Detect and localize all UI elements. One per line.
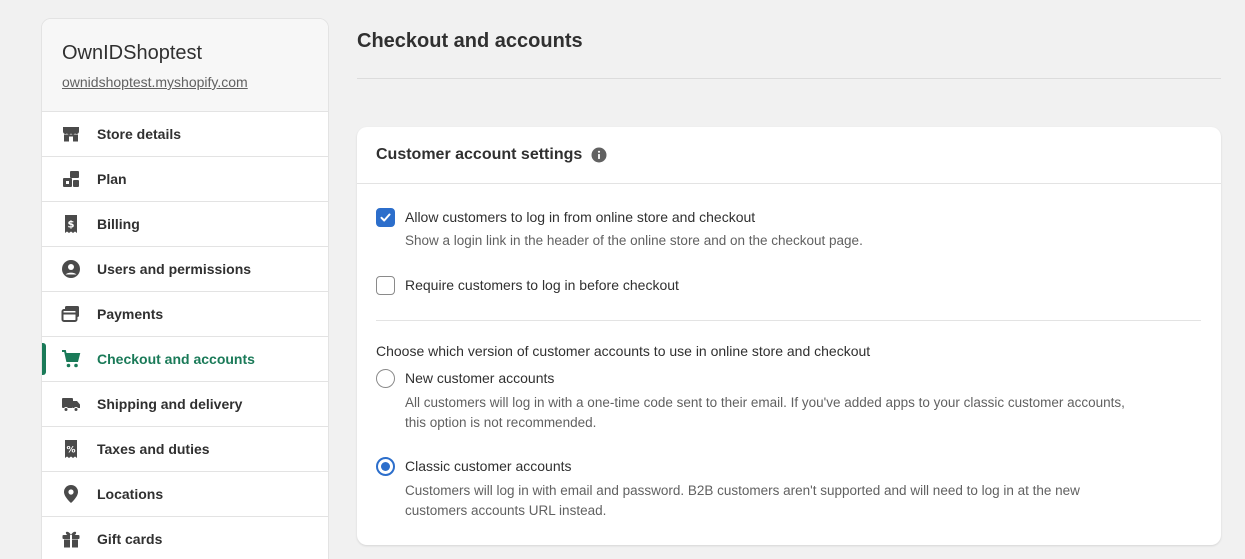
sidebar-item-label: Locations xyxy=(97,486,164,502)
store-header: OwnIDShoptest ownidshoptest.myshopify.co… xyxy=(42,19,328,112)
allow-login-checkbox[interactable] xyxy=(376,208,395,227)
sidebar-item-gift-cards[interactable]: Gift cards xyxy=(42,517,328,559)
sidebar-item-locations[interactable]: Locations xyxy=(42,472,328,517)
allow-login-label: Allow customers to log in from online st… xyxy=(405,209,756,225)
require-login-label: Require customers to log in before check… xyxy=(405,277,679,293)
account-version-group-label: Choose which version of customer account… xyxy=(376,343,871,359)
cart-icon xyxy=(61,349,81,369)
sidebar-item-label: Users and permissions xyxy=(97,261,252,277)
sidebar-item-store-details[interactable]: Store details xyxy=(42,112,328,157)
sidebar-item-payments[interactable]: Payments xyxy=(42,292,328,337)
tax-icon: % xyxy=(61,439,81,459)
classic-accounts-label: Classic customer accounts xyxy=(405,458,572,474)
new-accounts-radio[interactable] xyxy=(376,369,395,388)
sidebar-item-label: Billing xyxy=(97,216,140,232)
classic-accounts-radio[interactable] xyxy=(376,457,395,476)
sidebar-item-checkout-and-accounts[interactable]: Checkout and accounts xyxy=(42,337,328,382)
new-accounts-help-line1: All customers will log in with a one-tim… xyxy=(405,395,1125,410)
sidebar-item-label: Payments xyxy=(97,306,164,322)
new-accounts-label: New customer accounts xyxy=(405,370,555,386)
card-title: Customer account settings xyxy=(376,146,583,163)
sidebar-item-label: Store details xyxy=(97,126,182,142)
payments-icon xyxy=(61,304,81,324)
allow-login-option: Allow customers to log in from online st… xyxy=(376,208,755,227)
info-icon[interactable] xyxy=(591,147,607,163)
require-login-checkbox[interactable] xyxy=(376,276,395,295)
sidebar-item-users-and-permissions[interactable]: Users and permissions xyxy=(42,247,328,292)
sidebar-item-shipping-and-delivery[interactable]: Shipping and delivery xyxy=(42,382,328,427)
sidebar-item-taxes-and-duties[interactable]: % Taxes and duties xyxy=(42,427,328,472)
allow-login-help: Show a login link in the header of the o… xyxy=(405,233,863,248)
location-pin-icon xyxy=(61,484,81,504)
sidebar-item-label: Taxes and duties xyxy=(97,441,210,457)
sidebar-item-plan[interactable]: Plan xyxy=(42,157,328,202)
store-url-link[interactable]: ownidshoptest.myshopify.com xyxy=(62,73,248,91)
classic-accounts-option: Classic customer accounts xyxy=(376,457,572,476)
gift-icon xyxy=(61,529,81,549)
svg-text:$: $ xyxy=(68,220,75,231)
section-divider xyxy=(376,320,1201,321)
billing-icon: $ xyxy=(61,214,81,234)
user-icon xyxy=(61,259,81,279)
sidebar-item-label: Shipping and delivery xyxy=(97,396,243,412)
sidebar-item-label: Checkout and accounts xyxy=(97,351,255,367)
classic-accounts-help-line2: customers accounts URL instead. xyxy=(405,503,607,518)
sidebar-item-label: Gift cards xyxy=(97,531,163,547)
sidebar-item-billing[interactable]: $ Billing xyxy=(42,202,328,247)
truck-icon xyxy=(61,394,81,414)
customer-account-settings-card: Customer account settings Allow customer… xyxy=(357,127,1221,545)
svg-text:%: % xyxy=(66,446,75,456)
new-accounts-help-line2: this option is not recommended. xyxy=(405,415,597,430)
plan-icon xyxy=(61,169,81,189)
page-title: Checkout and accounts xyxy=(357,30,583,52)
classic-accounts-help-line1: Customers will log in with email and pas… xyxy=(405,483,1080,498)
sidebar-item-label: Plan xyxy=(97,171,127,187)
checkmark-icon xyxy=(380,213,391,222)
require-login-option: Require customers to log in before check… xyxy=(376,276,679,295)
card-header: Customer account settings xyxy=(357,127,1221,184)
store-name: OwnIDShoptest xyxy=(62,42,203,64)
settings-sidebar: OwnIDShoptest ownidshoptest.myshopify.co… xyxy=(41,18,329,559)
new-accounts-option: New customer accounts xyxy=(376,369,554,388)
store-icon xyxy=(61,124,81,144)
title-divider xyxy=(357,78,1221,79)
